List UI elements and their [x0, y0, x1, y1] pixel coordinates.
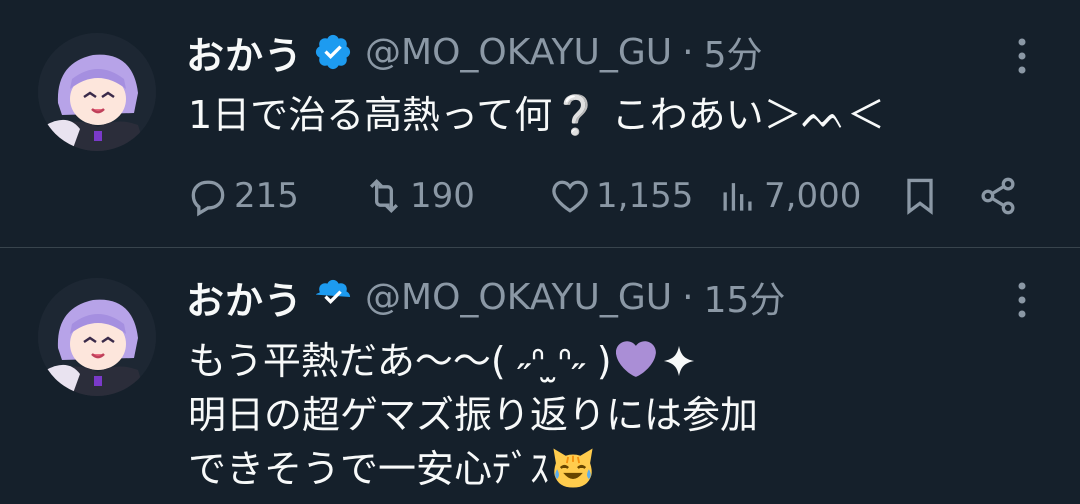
separator: ·: [682, 31, 694, 73]
action-bar: 215 190 1,155 7,000: [186, 168, 1036, 224]
sparkle-icon: [663, 345, 694, 377]
bookmark-button[interactable]: [898, 168, 946, 224]
reply-count: 215: [234, 176, 299, 216]
author-handle[interactable]: @MO_OKAYU_GU: [365, 32, 672, 73]
tweet[interactable]: おかう @MO_OKAYU_GU · 5分 1日で治る高熱って何❔ こわあい＞ᨓ…: [0, 0, 1080, 248]
more-options-icon[interactable]: [1012, 34, 1032, 78]
more-options-icon[interactable]: [1012, 278, 1032, 322]
tweet-header: おかう @MO_OKAYU_GU · 15分: [186, 270, 786, 325]
avatar[interactable]: [38, 278, 156, 396]
avatar-image: [38, 33, 156, 151]
retweet-icon: [369, 178, 399, 214]
views-button[interactable]: 7,000: [716, 168, 861, 224]
tweet-text: もう平熱だあ〜〜( ˶ᐢ ̫ᐢ˶ ) 明日の超ゲマズ振り返りには参加 できそうで…: [188, 334, 758, 496]
reply-button[interactable]: 215: [186, 168, 299, 224]
avatar-image: [38, 278, 156, 396]
tweet-header: おかう @MO_OKAYU_GU · 5分: [186, 25, 763, 80]
author-handle[interactable]: @MO_OKAYU_GU: [365, 277, 672, 318]
tweet-text-line: できそうで一安心ﾃﾞｽ: [188, 442, 758, 496]
author-name[interactable]: おかう: [186, 25, 303, 80]
tweet-text-line-content: もう平熱だあ〜〜( ˶ᐢ ̫ᐢ˶ ): [188, 339, 612, 383]
view-count: 7,000: [764, 176, 862, 216]
retweet-count: 190: [410, 176, 475, 216]
share-button[interactable]: [976, 168, 1024, 224]
like-count: 1,155: [596, 176, 694, 216]
tweet-text: 1日で治る高熱って何❔ こわあい＞ᨓ＜: [188, 88, 885, 142]
tweet-text-line-content: できそうで一安心ﾃﾞｽ: [188, 447, 550, 491]
verified-badge-icon: [315, 34, 351, 70]
timestamp[interactable]: 5分: [704, 26, 763, 78]
tweet-text-line: 1日で治る高熱って何❔ こわあい＞ᨓ＜: [188, 93, 885, 137]
tweet-text-line: 明日の超ゲマズ振り返りには参加: [188, 393, 759, 437]
reply-icon: [191, 180, 225, 217]
purple-heart-icon: [615, 341, 656, 377]
like-button[interactable]: 1,155: [548, 168, 693, 224]
cat-with-tears-of-joy-icon: [553, 448, 593, 488]
tweet-text-line: もう平熱だあ〜〜( ˶ᐢ ̫ᐢ˶ ): [188, 334, 758, 388]
author-name[interactable]: おかう: [186, 270, 303, 325]
heart-icon: [552, 180, 588, 213]
analytics-icon: [723, 183, 752, 211]
share-icon: [981, 177, 1015, 215]
tweet[interactable]: おかう @MO_OKAYU_GU · 15分 もう平熱だあ〜〜( ˶ᐢ ̫ᐢ˶ …: [0, 248, 1080, 504]
separator: ·: [682, 276, 694, 318]
retweet-button[interactable]: 190: [362, 168, 475, 224]
bookmark-icon: [907, 178, 933, 215]
verified-badge-icon: [315, 279, 351, 304]
timestamp[interactable]: 15分: [704, 271, 786, 323]
avatar[interactable]: [38, 33, 156, 151]
